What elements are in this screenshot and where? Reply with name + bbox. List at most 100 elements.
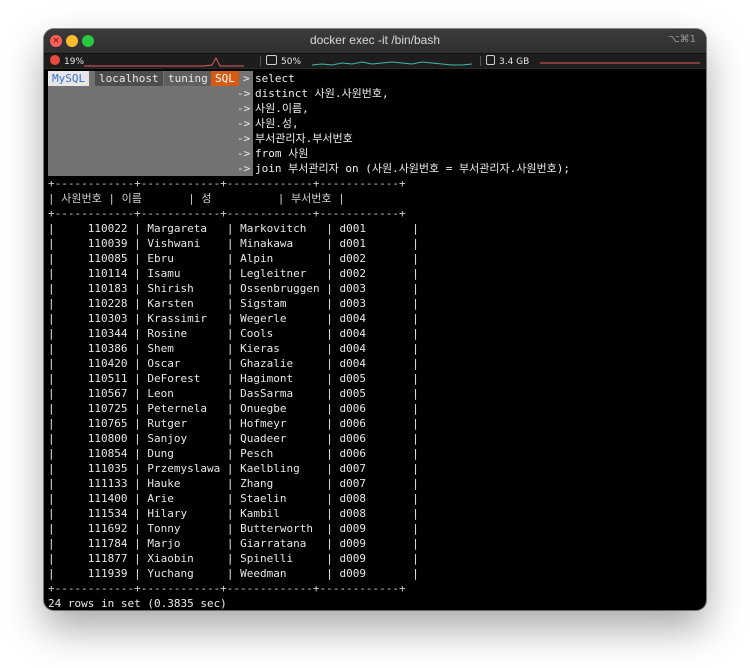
table-cell: DeForest [147,372,221,385]
table-separator: | [405,462,419,475]
continuation-prompt: -> [237,117,251,130]
table-separator: | [405,417,419,430]
table-separator: | [319,477,340,490]
table-row: | 111784 | Marjo | Giarratana | d009 | [48,536,419,551]
table-cell: 110344 [61,327,128,340]
table-separator: | [127,402,148,415]
table-separator: | [405,297,419,310]
table-row: | 110725 | Peternela | Onuegbe | d006 | [48,401,419,416]
table-separator: | [220,267,241,280]
table-row: | 111534 | Hilary | Kambil | d008 | [48,506,419,521]
table-row: | 110039 | Vishwani | Minakawa | d001 | [48,236,419,251]
terminal-content[interactable]: MySQL localhost tuning SQL > -> -> -> -> -> -… [48,71,704,610]
table-separator: | [220,417,241,430]
table-cell: 111133 [61,477,128,490]
table-cell: Onuegbe [240,402,320,415]
table-separator: | [48,417,55,430]
query-line: join 부서관리자 on (사원.사원번호 = 부서관리자.사원번호); [255,162,570,175]
table-cell: Spinelli [240,552,320,565]
table-separator: | [220,522,241,535]
table-cell: Weedman [240,567,320,580]
table-separator: | [319,522,340,535]
table-separator: | [127,372,148,385]
table-separator: | [220,387,241,400]
table-row: | 110420 | Oscar | Ghazalie | d004 | [48,356,419,371]
table-cell: Shem [147,342,221,355]
table-separator: | [127,342,148,355]
table-cell: 110228 [61,297,128,310]
cpu-status: 19% [50,55,84,68]
table-separator: | [405,282,419,295]
table-cell: 110386 [61,342,128,355]
table-separator: | [220,447,241,460]
table-row: | 110800 | Sanjoy | Quadeer | d006 | [48,431,419,446]
continuation-prompt: -> [237,87,251,100]
table-cell: Zhang [240,477,320,490]
query-line: from 사원 [255,147,309,160]
table-separator: | [48,477,55,490]
table-separator: | [405,447,419,460]
table-separator: | [220,372,241,385]
table-cell: 111035 [61,462,128,475]
table-cell: Kambil [240,507,320,520]
table-separator: | [405,432,419,445]
table-separator: | [127,522,148,535]
table-cell: Peternela [147,402,221,415]
table-row: | 110386 | Shem | Kieras | d004 | [48,341,419,356]
table-cell: d009 [339,522,406,535]
cpu-icon [50,55,60,65]
table-cell: Cools [240,327,320,340]
table-cell: d008 [339,507,406,520]
table-separator: | [319,282,340,295]
table-separator: | [127,507,148,520]
table-separator: | [127,552,148,565]
table-cell: Krassimir [147,312,221,325]
table-border: +------------+------------+-------------… [48,207,406,220]
table-separator: | [220,432,241,445]
table-separator: | [48,297,55,310]
table-separator: | [319,432,340,445]
table-separator: | [405,327,419,340]
table-separator: | [319,252,340,265]
query-line: distinct 사원.사원번호, [255,87,389,100]
prompt-database: tuning [164,71,212,86]
table-separator: | [220,402,241,415]
table-cell: Butterworth [240,522,320,535]
window-shortcut: ⌥⌘1 [668,34,696,45]
table-separator: | [220,357,241,370]
table-cell: Margareta [147,222,221,235]
table-separator: | [220,507,241,520]
title-bar[interactable]: × docker exec -it /bin/bash ⌥⌘1 [44,29,706,54]
query-line: 부서관리자.부서번호 [255,132,353,145]
table-separator: | [405,552,419,565]
table-separator: | [319,222,340,235]
table-separator: | [127,432,148,445]
prompt-mode: SQL [211,71,239,86]
table-separator: | [405,387,419,400]
table-separator: | [319,462,340,475]
table-separator: | [48,252,55,265]
table-separator: | [220,552,241,565]
table-cell: Xiaobin [147,552,221,565]
table-cell: Dung [147,447,221,460]
table-separator: | [48,432,55,445]
table-separator: | [48,567,55,580]
table-cell: Sigstam [240,297,320,310]
table-border: +------------+------------+-------------… [48,582,406,595]
table-cell: Hofmeyr [240,417,320,430]
table-cell: Markovitch [240,222,320,235]
table-cell: Quadeer [240,432,320,445]
table-separator: | [48,312,55,325]
table-separator: | [405,222,419,235]
continuation-prompt: -> [237,162,251,175]
query-line: 사원.성, [255,117,299,130]
table-separator: | [48,342,55,355]
gpu-status: 50% [266,55,301,68]
table-separator: | [319,507,340,520]
display-icon [266,55,277,65]
table-separator: | [319,342,340,355]
table-separator: | [48,402,55,415]
table-row: | 110567 | Leon | DasSarma | d005 | [48,386,419,401]
table-cell: Leon [147,387,221,400]
table-cell: 110303 [61,312,128,325]
